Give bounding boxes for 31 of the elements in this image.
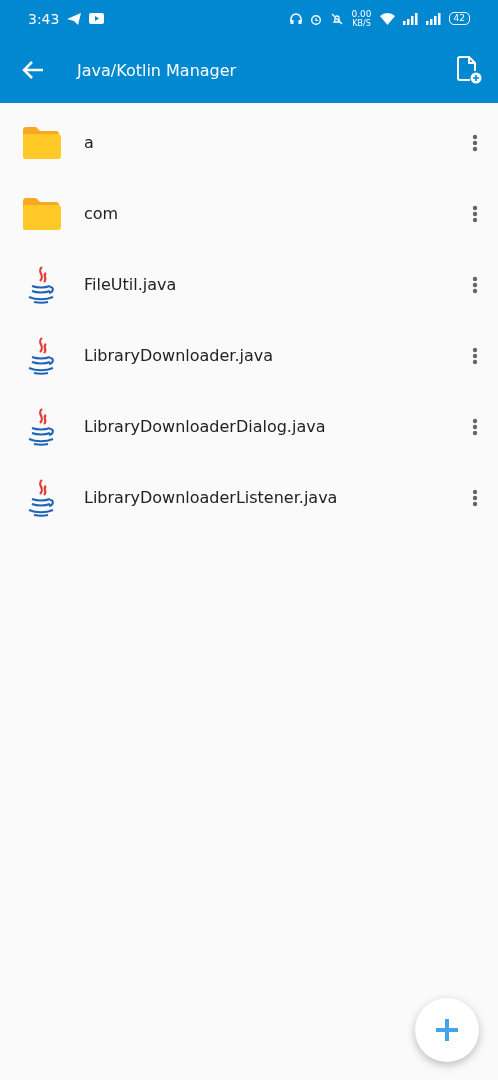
- speed-unit: KB/S: [351, 18, 372, 28]
- more-options-icon[interactable]: [472, 275, 478, 294]
- signal-icon: [402, 12, 418, 25]
- play-icon: [89, 13, 105, 24]
- network-speed: 0.00: [351, 9, 372, 19]
- signal-icon: [425, 12, 441, 25]
- headphones-icon: [289, 12, 302, 25]
- wifi-icon: [379, 12, 395, 25]
- add-button[interactable]: [415, 998, 479, 1062]
- folder-icon: [21, 126, 61, 159]
- back-arrow-icon[interactable]: [22, 60, 44, 80]
- file-name[interactable]: LibraryDownloader.java: [84, 346, 472, 365]
- file-name[interactable]: FileUtil.java: [84, 275, 472, 294]
- more-options-icon[interactable]: [472, 488, 478, 507]
- new-file-icon[interactable]: [456, 56, 482, 84]
- app-title: Java/Kotlin Manager: [77, 60, 238, 80]
- file-name[interactable]: LibraryDownloaderListener.java: [84, 488, 472, 507]
- more-options-icon[interactable]: [472, 204, 478, 223]
- file-name[interactable]: LibraryDownloaderDialog.java: [84, 417, 472, 436]
- battery-level: 42: [448, 12, 470, 25]
- muted-bell-icon: [329, 12, 344, 25]
- file-name[interactable]: a: [84, 133, 472, 152]
- clock-time: 3:43: [28, 10, 60, 27]
- paper-plane-icon: [67, 12, 82, 25]
- more-options-icon[interactable]: [472, 346, 478, 365]
- folder-icon: [21, 197, 61, 230]
- more-options-icon[interactable]: [472, 133, 478, 152]
- file-name[interactable]: com: [84, 204, 472, 223]
- more-options-icon[interactable]: [472, 417, 478, 436]
- alarm-icon: [309, 12, 322, 25]
- plus-icon: [436, 1019, 458, 1041]
